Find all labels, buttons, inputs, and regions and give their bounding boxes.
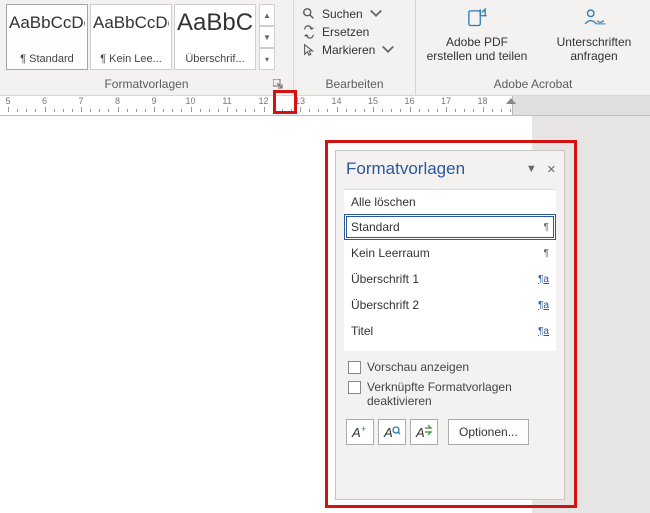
styles-group: AaBbCcDc ¶ Standard AaBbCcDc ¶ Kein Lee.… [0,0,294,95]
styles-pane-title: Formatvorlagen [346,159,465,179]
style-row-symbol: ¶a [538,274,549,285]
create-pdf-button[interactable]: Adobe PDF erstellen und teilen [422,6,532,63]
style-preview: AaBbC [177,9,253,37]
ruler-number: 12 [258,96,268,106]
style-row-symbol: ¶ [544,248,549,259]
ruler-number: 10 [185,96,195,106]
ruler-number: 11 [222,96,231,106]
svg-text:A: A [351,425,361,440]
svg-text:A: A [415,425,425,440]
ruler-number: 8 [115,96,120,106]
style-preview: AaBbCcDc [9,9,85,37]
manage-styles-button[interactable]: A [410,419,438,445]
chevron-down-icon [381,43,395,57]
scroll-up-icon[interactable]: ▲ [259,4,275,26]
style-row-label: Untertitel [351,350,399,351]
ribbon: AaBbCcDc ¶ Standard AaBbCcDc ¶ Kein Lee.… [0,0,650,96]
acrobat-group: Adobe PDF erstellen und teilen Unterschr… [416,0,650,95]
style-row[interactable]: Überschrift 2 ¶a [344,292,556,318]
right-indent-marker[interactable] [506,98,516,104]
edit-group-label: Bearbeiten [300,75,409,93]
ruler-number: 13 [295,96,305,106]
style-row-symbol: ¶a [538,300,549,311]
manage-styles-icon: A [415,424,433,440]
ruler-number: 5 [5,96,10,106]
new-style-button[interactable]: A+ [346,419,374,445]
style-row[interactable]: Untertitel¶a [344,344,556,351]
pane-menu-icon[interactable]: ▼ [526,163,537,175]
style-inspector-icon: A [383,424,401,440]
style-label: ¶ Standard [9,53,85,65]
select-button[interactable]: Markieren [300,42,397,58]
styles-gallery-scroll[interactable]: ▲ ▼ ▾ [259,4,275,70]
cursor-icon [302,43,316,57]
svg-text:A: A [383,425,393,440]
styles-dialog-launcher[interactable] [271,77,285,91]
style-row[interactable]: Standard ¶ [344,214,556,240]
styles-pane: Formatvorlagen ▼ ✕ Alle löschen Standard… [335,150,565,500]
style-label: Überschrif... [177,53,253,65]
styles-pane-footer: A+ A A Optionen... [336,411,564,453]
horizontal-ruler[interactable]: 5 6 7 8 9 10 11 12 13 14 15 16 17 18 [0,96,650,116]
options-button[interactable]: Optionen... [448,419,529,445]
style-label: ¶ Kein Lee... [93,53,169,65]
style-row[interactable]: Kein Leerraum ¶ [344,240,556,266]
replace-button[interactable]: Ersetzen [300,24,397,40]
style-item-no-spacing[interactable]: AaBbCcDc ¶ Kein Lee... [90,4,172,70]
request-signatures-button[interactable]: Unterschriften anfragen [548,6,640,63]
clear-all-row[interactable]: Alle löschen [344,190,556,214]
search-icon [302,7,316,21]
style-item-heading1[interactable]: AaBbC Überschrif... [174,4,256,70]
new-style-icon: A+ [351,424,369,440]
edit-group: Suchen Ersetzen Markieren Bearbeiten [294,0,416,95]
pdf-share-icon [464,6,490,32]
style-row-label: Standard [351,220,400,234]
style-item-standard[interactable]: AaBbCcDc ¶ Standard [6,4,88,70]
ruler-number: 7 [78,96,83,106]
style-inspector-button[interactable]: A [378,419,406,445]
checkbox-icon [348,361,361,374]
styles-pane-header: Formatvorlagen ▼ ✕ [336,151,564,185]
acrobat-group-label: Adobe Acrobat [422,75,644,93]
checkbox-icon [348,381,361,394]
replace-icon [302,25,316,39]
chevron-down-icon [369,7,383,21]
style-row-label: Kein Leerraum [351,246,430,260]
ruler-right-margin [512,96,650,115]
styles-pane-list[interactable]: Alle löschen Standard ¶ Kein Leerraum ¶ Über… [344,189,556,351]
styles-gallery[interactable]: AaBbCcDc ¶ Standard AaBbCcDc ¶ Kein Lee.… [6,4,275,70]
gallery-expand-icon[interactable]: ▾ [259,48,275,70]
style-preview: AaBbCcDc [93,9,169,37]
svg-text:+: + [361,424,366,434]
styles-group-label: Formatvorlagen [6,75,287,93]
style-row[interactable]: Titel ¶a [344,318,556,344]
style-row-label: Titel [351,324,373,338]
ruler-number: 6 [42,96,47,106]
show-preview-checkbox[interactable]: Vorschau anzeigen [336,357,564,377]
ruler-number: 16 [404,96,414,106]
ruler-number: 15 [368,96,378,106]
ruler-number: 18 [477,96,487,106]
style-row-symbol: ¶a [538,326,549,337]
style-row-label: Überschrift 2 [351,298,419,312]
find-button[interactable]: Suchen [300,6,397,22]
ruler-number: 9 [151,96,156,106]
ruler-number: 14 [331,96,341,106]
scroll-down-icon[interactable]: ▼ [259,26,275,48]
signature-icon [581,6,607,32]
pane-close-icon[interactable]: ✕ [547,163,556,176]
disable-linked-checkbox[interactable]: Verknüpfte Formatvorlagen deaktivieren [336,377,564,411]
style-row-symbol: ¶ [544,222,549,233]
style-row[interactable]: Überschrift 1 ¶a [344,266,556,292]
ruler-number: 17 [441,96,451,106]
style-row-label: Überschrift 1 [351,272,419,286]
